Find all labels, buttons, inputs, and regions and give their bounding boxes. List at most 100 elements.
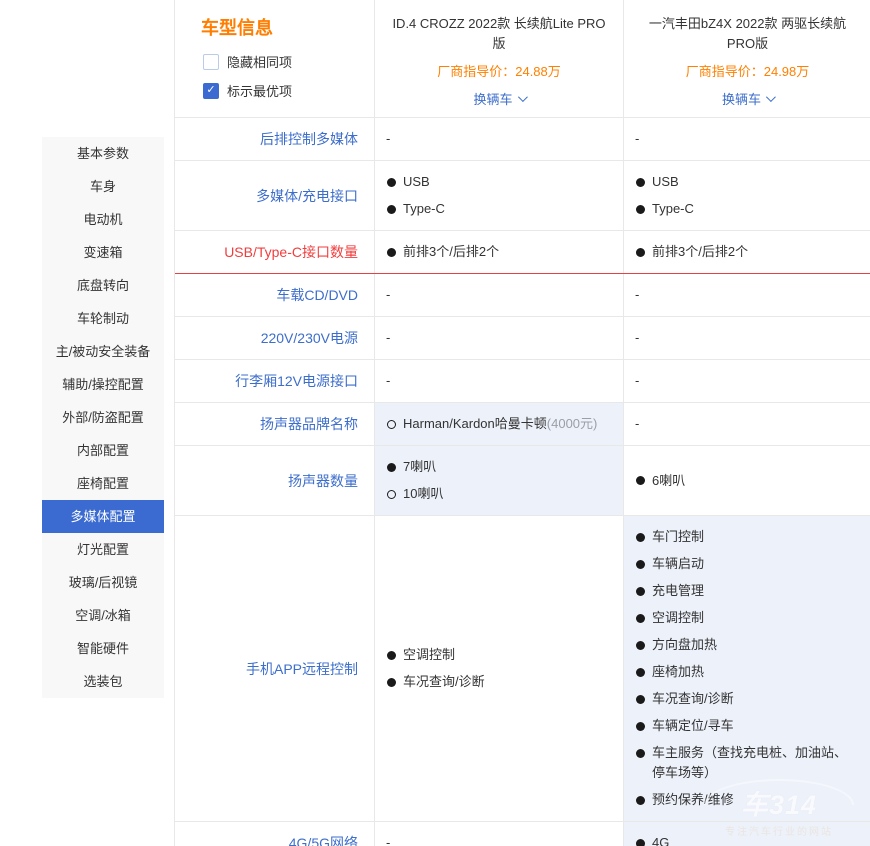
spec-item: -	[635, 371, 859, 391]
switch-car-link-1[interactable]: 换辆车	[473, 89, 524, 108]
spec-value-cell: -	[623, 403, 870, 445]
price-value: 24.98万	[764, 64, 810, 79]
filled-dot-icon	[387, 178, 396, 187]
spec-item-text: -	[635, 285, 639, 305]
sidebar-item-active[interactable]: 多媒体配置	[42, 500, 164, 533]
spec-item: 空调控制	[635, 608, 859, 628]
checkbox-checked-icon[interactable]: ✓	[203, 83, 219, 99]
spec-item-text: 10喇叭	[403, 484, 443, 504]
filled-dot-icon	[636, 668, 645, 677]
checkbox-unchecked-icon[interactable]	[203, 54, 219, 70]
spec-label[interactable]: 扬声器数量	[175, 446, 374, 515]
spec-value-cell: 6喇叭	[623, 446, 870, 515]
spec-label[interactable]: 扬声器品牌名称	[175, 403, 374, 445]
filled-dot-icon	[387, 205, 396, 214]
filled-dot-icon	[636, 248, 645, 257]
switch-car-label: 换辆车	[473, 89, 512, 108]
category-sidebar: 基本参数车身电动机变速箱底盘转向车轮制动主/被动安全装备辅助/操控配置外部/防盗…	[42, 137, 164, 698]
spec-item: -	[635, 414, 859, 434]
spec-value-cell-best: Harman/Kardon哈曼卡顿 (4000元)	[374, 403, 623, 445]
car-column-header-2: 一汽丰田bZ4X 2022款 两驱长续航PRO版 厂商指导价：24.98万 换辆…	[623, 0, 870, 117]
spec-label[interactable]: 手机APP远程控制	[175, 516, 374, 821]
open-dot-icon	[387, 490, 396, 499]
spec-item: -	[635, 129, 859, 149]
spec-item-text: 座椅加热	[652, 662, 704, 682]
sidebar-item[interactable]: 内部配置	[42, 434, 164, 467]
spec-item: -	[386, 129, 611, 149]
spec-label[interactable]: 4G/5G网络	[175, 822, 374, 846]
sidebar-item[interactable]: 基本参数	[42, 137, 164, 170]
mark-best-checkbox[interactable]: ✓ 标示最优项	[203, 81, 374, 100]
spec-row: USB/Type-C接口数量前排3个/后排2个前排3个/后排2个	[175, 231, 870, 274]
spec-item: 车辆启动	[635, 554, 859, 574]
sidebar-item[interactable]: 空调/冰箱	[42, 599, 164, 632]
car-name: 一汽丰田bZ4X 2022款 两驱长续航PRO版	[638, 14, 857, 54]
sidebar-item[interactable]: 底盘转向	[42, 269, 164, 302]
filled-dot-icon	[636, 641, 645, 650]
switch-car-label: 换辆车	[722, 89, 761, 108]
spec-label[interactable]: 220V/230V电源	[175, 317, 374, 359]
price-label: 厂商指导价：	[686, 64, 764, 79]
spec-value-cell-best: 4G	[623, 822, 870, 846]
spec-item-text: Type-C	[403, 199, 445, 219]
spec-label[interactable]: 多媒体/充电接口	[175, 161, 374, 230]
open-dot-icon	[387, 420, 396, 429]
spec-item-text: -	[635, 328, 639, 348]
sidebar-item[interactable]: 变速箱	[42, 236, 164, 269]
spec-item: 车辆定位/寻车	[635, 716, 859, 736]
spec-item-text: 预约保养/维修	[652, 790, 734, 810]
sidebar-item[interactable]: 外部/防盗配置	[42, 401, 164, 434]
spec-value-cell: -	[374, 274, 623, 316]
filled-dot-icon	[636, 587, 645, 596]
spec-value-cell: USB Type-C	[374, 161, 623, 230]
spec-item-text: 空调控制	[403, 645, 455, 665]
spec-item-text: 前排3个/后排2个	[652, 242, 748, 262]
sidebar-item[interactable]: 辅助/操控配置	[42, 368, 164, 401]
spec-label-highlighted[interactable]: USB/Type-C接口数量	[175, 231, 374, 273]
sidebar-item[interactable]: 车身	[42, 170, 164, 203]
filled-dot-icon	[636, 560, 645, 569]
spec-label[interactable]: 车载CD/DVD	[175, 274, 374, 316]
spec-item: 车门控制	[635, 527, 859, 547]
spec-item: Harman/Kardon哈曼卡顿 (4000元)	[386, 414, 611, 434]
car-column-header-1: ID.4 CROZZ 2022款 长续航Lite PRO版 厂商指导价：24.8…	[374, 0, 623, 117]
spec-item-text: -	[386, 328, 390, 348]
spec-item-text: -	[386, 371, 390, 391]
spec-row: 扬声器数量7喇叭10喇叭6喇叭	[175, 446, 870, 516]
spec-item-text: USB	[652, 172, 679, 192]
sidebar-item[interactable]: 电动机	[42, 203, 164, 236]
spec-item: USB	[386, 172, 611, 192]
spec-item-text: 充电管理	[652, 581, 704, 601]
spec-label[interactable]: 行李厢12V电源接口	[175, 360, 374, 402]
spec-value-cell: 空调控制车况查询/诊断	[374, 516, 623, 821]
spec-item-text: -	[635, 371, 639, 391]
spec-label[interactable]: 后排控制多媒体	[175, 118, 374, 160]
table-header-info-cell: 车型信息 隐藏相同项 ✓ 标示最优项	[175, 0, 374, 117]
spec-item: 前排3个/后排2个	[635, 242, 859, 262]
sidebar-item[interactable]: 灯光配置	[42, 533, 164, 566]
sidebar-item[interactable]: 智能硬件	[42, 632, 164, 665]
sidebar-item[interactable]: 车轮制动	[42, 302, 164, 335]
filled-dot-icon	[636, 722, 645, 731]
filled-dot-icon	[636, 614, 645, 623]
spec-item-text: -	[386, 129, 390, 149]
chevron-down-icon	[766, 92, 776, 102]
filled-dot-icon	[387, 651, 396, 660]
car-price: 厂商指导价：24.98万	[638, 61, 857, 80]
filled-dot-icon	[636, 749, 645, 758]
switch-car-link-2[interactable]: 换辆车	[722, 89, 773, 108]
spec-item: 4G	[635, 833, 859, 846]
chevron-down-icon	[517, 92, 527, 102]
sidebar-item[interactable]: 选装包	[42, 665, 164, 698]
sidebar-item[interactable]: 座椅配置	[42, 467, 164, 500]
filled-dot-icon	[636, 178, 645, 187]
mark-best-label: 标示最优项	[227, 81, 292, 100]
spec-item-text: Harman/Kardon哈曼卡顿	[403, 414, 547, 434]
sidebar-item[interactable]: 玻璃/后视镜	[42, 566, 164, 599]
spec-item-text: 车况查询/诊断	[652, 689, 734, 709]
hide-same-label: 隐藏相同项	[227, 52, 292, 71]
spec-row: 扬声器品牌名称 Harman/Kardon哈曼卡顿 (4000元) -	[175, 403, 870, 446]
hide-same-checkbox[interactable]: 隐藏相同项	[203, 52, 374, 71]
spec-value-cell: -	[623, 360, 870, 402]
sidebar-item[interactable]: 主/被动安全装备	[42, 335, 164, 368]
